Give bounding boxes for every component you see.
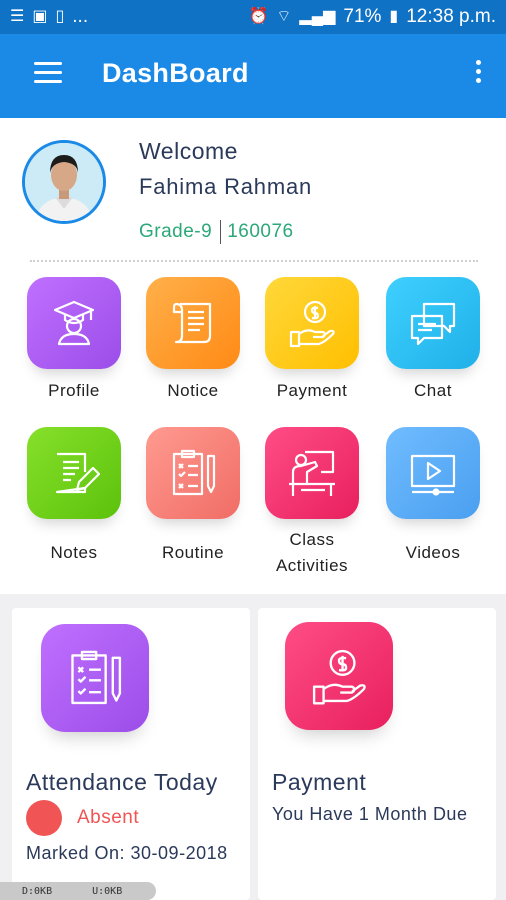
note-edit-icon bbox=[55, 452, 101, 494]
list-icon: ☰ bbox=[10, 8, 25, 25]
student-photo bbox=[25, 143, 103, 221]
videos-button[interactable] bbox=[386, 427, 480, 519]
profile-button[interactable] bbox=[27, 277, 121, 369]
attendance-icon-tile bbox=[41, 624, 149, 732]
student-name: Fahima Rahman bbox=[139, 174, 313, 199]
absent-indicator bbox=[26, 800, 62, 836]
status-left: ☰ ▣ ▯ ... bbox=[10, 6, 88, 28]
class-activities-label: Class Activities bbox=[275, 530, 349, 575]
notes-button[interactable] bbox=[27, 427, 121, 519]
classroom-icon bbox=[289, 450, 335, 496]
videos-label: Videos bbox=[405, 543, 461, 562]
clipboard-check-icon bbox=[71, 650, 122, 705]
notice-label: Notice bbox=[167, 381, 219, 400]
attendance-date: Marked On: 30-09-2018 bbox=[26, 843, 228, 863]
attendance-title: Attendance Today bbox=[26, 769, 218, 795]
payment-button[interactable] bbox=[265, 277, 359, 369]
payment-label: Payment bbox=[276, 381, 348, 400]
photo-icon: ▣ bbox=[32, 8, 48, 25]
more-options-icon[interactable] bbox=[474, 60, 482, 92]
student-id: 160076 bbox=[227, 221, 294, 243]
chat-label: Chat bbox=[414, 381, 452, 400]
chat-bubbles-icon bbox=[410, 302, 456, 346]
upload-speed: U:0KB bbox=[92, 885, 123, 897]
money-hand-icon bbox=[289, 300, 335, 348]
video-play-icon bbox=[410, 454, 456, 496]
status-ellipsis: ... bbox=[72, 6, 89, 27]
dotted-divider bbox=[30, 260, 478, 262]
clock: 12:38 p.m. bbox=[406, 6, 496, 27]
clipboard-list-icon bbox=[172, 449, 216, 496]
app-bar: DashBoard bbox=[0, 34, 506, 118]
menu-icon[interactable] bbox=[34, 62, 62, 84]
notice-button[interactable] bbox=[146, 277, 240, 369]
class-activities-button[interactable] bbox=[265, 427, 359, 519]
scroll-icon bbox=[172, 302, 212, 344]
wifi-icon: ⌔ bbox=[276, 8, 292, 25]
grade-separator bbox=[220, 220, 222, 244]
payment-card-title: Payment bbox=[272, 769, 367, 795]
download-speed: D:0KB bbox=[22, 885, 53, 897]
welcome-text: Welcome bbox=[139, 138, 238, 164]
routine-button[interactable] bbox=[146, 427, 240, 519]
graduate-icon bbox=[53, 300, 95, 346]
status-bar: ☰ ▣ ▯ ... ⏰ ⌔ ▂▄▆ 71% ▮ 12:38 p.m. bbox=[0, 0, 506, 34]
routine-label: Routine bbox=[161, 543, 225, 562]
alarm-icon: ⏰ bbox=[248, 8, 269, 25]
phone-icon: ▯ bbox=[55, 8, 65, 25]
payment-due-text: You Have 1 Month Due bbox=[272, 804, 468, 824]
net-speed-overlay: D:0KB U:0KB bbox=[0, 882, 156, 900]
payment-icon-tile bbox=[285, 622, 393, 730]
notes-label: Notes bbox=[50, 543, 98, 562]
grade-label: Grade-9 bbox=[139, 221, 213, 243]
status-right: ⏰ ⌔ ▂▄▆ 71% ▮ 12:38 p.m. bbox=[248, 6, 496, 28]
signal-icon: ▂▄▆ bbox=[299, 8, 336, 25]
page-title: DashBoard bbox=[102, 58, 249, 88]
attendance-status: Absent bbox=[77, 807, 140, 828]
profile-label: Profile bbox=[48, 381, 100, 400]
grade-info: Grade-9 160076 bbox=[139, 220, 294, 244]
avatar[interactable] bbox=[22, 140, 106, 224]
money-hand-icon bbox=[312, 649, 366, 705]
chat-button[interactable] bbox=[386, 277, 480, 369]
battery-percent: 71% bbox=[343, 6, 382, 27]
battery-icon: ▮ bbox=[389, 8, 399, 25]
